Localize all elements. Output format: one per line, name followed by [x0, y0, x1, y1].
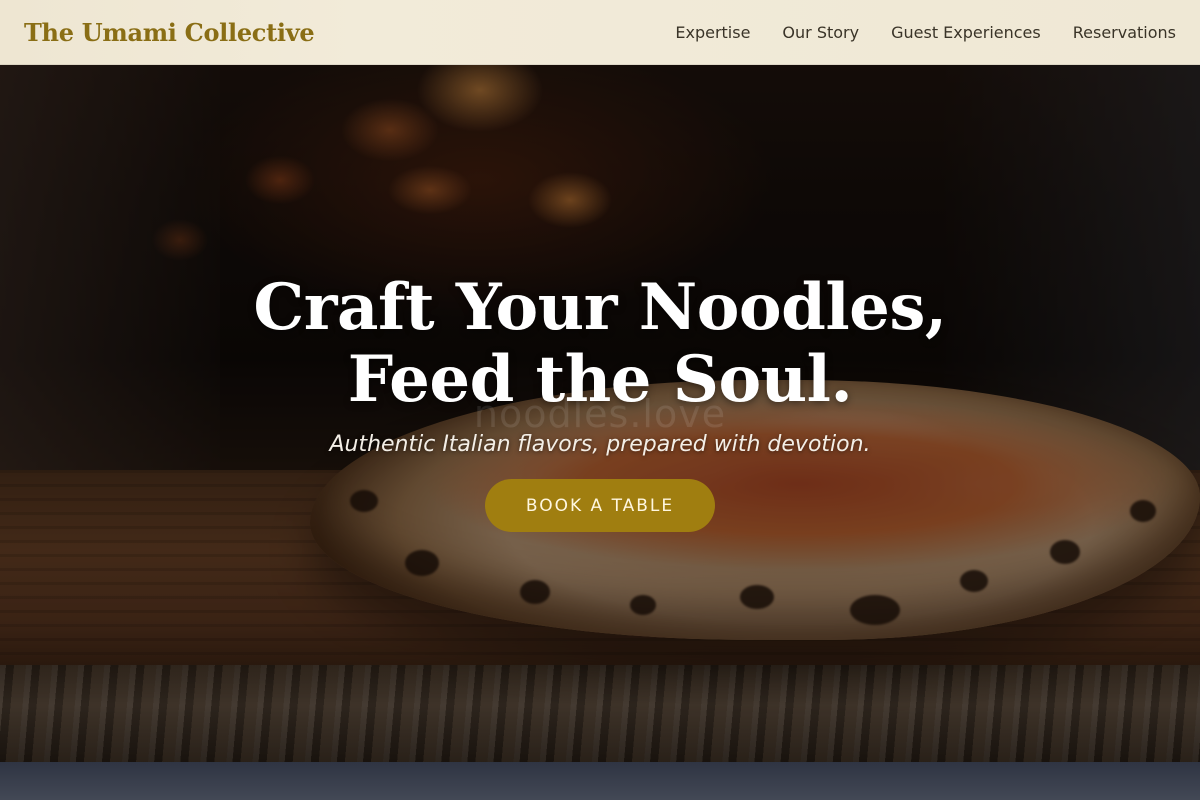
hero-title: Craft Your Noodles, Feed the Soul. [253, 270, 947, 417]
top-navbar: The Umami Collective Expertise Our Story… [0, 0, 1200, 65]
nav-link-our-story[interactable]: Our Story [782, 23, 859, 42]
nav-links: Expertise Our Story Guest Experiences Re… [675, 23, 1176, 42]
brand-logo[interactable]: The Umami Collective [24, 18, 315, 47]
hero-section: Craft Your Noodles, Feed the Soul. Authe… [0, 272, 1200, 532]
nav-link-reservations[interactable]: Reservations [1073, 23, 1176, 42]
hero-subtitle: Authentic Italian flavors, prepared with… [329, 432, 871, 457]
book-a-table-button[interactable]: BOOK A TABLE [485, 479, 715, 532]
nav-link-guest-experiences[interactable]: Guest Experiences [891, 23, 1041, 42]
hero-title-line-2: Feed the Soul. [347, 342, 853, 417]
nav-link-expertise[interactable]: Expertise [675, 23, 750, 42]
hero-title-line-1: Craft Your Noodles, [253, 270, 947, 345]
